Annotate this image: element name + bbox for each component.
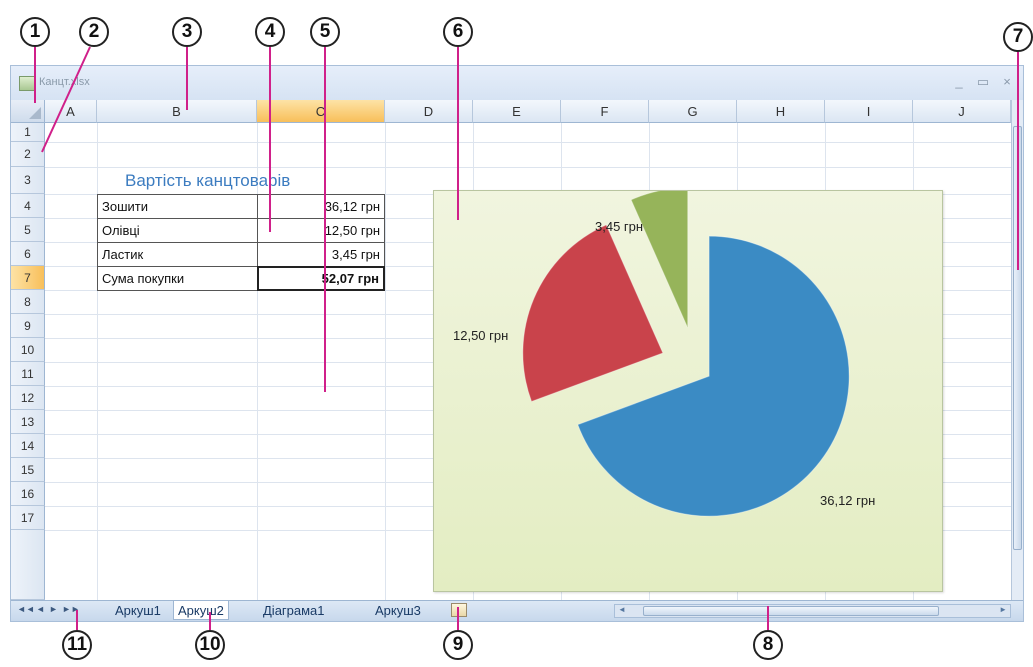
excel-file-icon <box>19 76 35 91</box>
column-header-c[interactable]: C <box>257 100 385 123</box>
callout-7: 7 <box>1003 22 1033 52</box>
row-header-8[interactable]: 8 <box>11 290 45 314</box>
pie-slice-pencils[interactable] <box>522 224 664 403</box>
scroll-left-arrow-icon[interactable]: ◄ <box>618 605 626 614</box>
row-header-4[interactable]: 4 <box>11 194 45 218</box>
row-header-3[interactable]: 3 <box>11 167 45 194</box>
window-title: Канцт.xlsx <box>39 76 90 88</box>
table-title: Вартість канцтоварів <box>125 171 291 190</box>
column-header-j[interactable]: J <box>913 100 1011 123</box>
sheet-tab-bar: ◄◄ ◄ ► ►► Аркуш1 Аркуш2 Діаграма1 Аркуш3… <box>11 600 1023 621</box>
spreadsheet-window: Канцт.xlsx _ ▭ × A B C D E F G H I J 1 2… <box>10 65 1024 622</box>
cell-item-name[interactable]: Зошити <box>97 194 258 219</box>
gridline <box>45 142 1011 143</box>
callout-1: 1 <box>20 17 50 47</box>
sheet-tab-1[interactable]: Аркуш1 <box>111 601 165 620</box>
callout-5: 5 <box>310 17 340 47</box>
column-header-a[interactable]: A <box>45 100 97 123</box>
column-header-g[interactable]: G <box>649 100 737 123</box>
minimize-button[interactable]: _ <box>949 72 969 92</box>
column-header-d[interactable]: D <box>385 100 473 123</box>
cell-item-value[interactable]: 36,12 грн <box>257 194 385 219</box>
cell-total-value-active[interactable]: 52,07 грн <box>257 266 385 291</box>
row-header-15[interactable]: 15 <box>11 458 45 482</box>
row-header-14[interactable]: 14 <box>11 434 45 458</box>
column-header-b[interactable]: B <box>97 100 257 123</box>
row-header-12[interactable]: 12 <box>11 386 45 410</box>
callout-2: 2 <box>79 17 109 47</box>
last-sheet-button[interactable]: ►► <box>62 604 80 614</box>
maximize-button[interactable]: ▭ <box>973 72 993 92</box>
data-label-pencils: 12,50 грн <box>453 328 509 343</box>
vertical-scroll-thumb[interactable] <box>1013 126 1022 550</box>
row-header-2[interactable]: 2 <box>11 142 45 167</box>
pie-chart[interactable]: 36,12 грн 12,50 грн 3,45 грн <box>433 187 943 592</box>
next-sheet-button[interactable]: ► <box>49 604 58 614</box>
cell-item-value[interactable]: 3,45 грн <box>257 242 385 267</box>
data-label-notebooks: 36,12 грн <box>820 493 876 508</box>
scroll-right-arrow-icon[interactable]: ► <box>999 605 1007 614</box>
select-all-triangle-icon <box>29 107 41 119</box>
callout-4: 4 <box>255 17 285 47</box>
title-bar[interactable]: Канцт.xlsx _ ▭ × <box>11 66 1023 100</box>
row-header-5[interactable]: 5 <box>11 218 45 242</box>
callout-6: 6 <box>443 17 473 47</box>
sheet-tab-3[interactable]: Аркуш3 <box>371 601 425 620</box>
row-header-13[interactable]: 13 <box>11 410 45 434</box>
worksheet-grid[interactable]: A B C D E F G H I J 1 2 3 4 5 6 7 8 9 10… <box>11 100 1011 600</box>
callout-3: 3 <box>172 17 202 47</box>
sheet-tab-2-active[interactable]: Аркуш2 <box>173 601 229 620</box>
data-label-eraser: 3,45 грн <box>595 219 644 234</box>
cell-item-name[interactable]: Ластик <box>97 242 258 267</box>
horizontal-scrollbar[interactable]: ◄ ► <box>614 604 1011 618</box>
cell-total-label[interactable]: Сума покупки <box>97 266 258 291</box>
column-header-h[interactable]: H <box>737 100 825 123</box>
callout-8: 8 <box>753 630 783 660</box>
row-header-1[interactable]: 1 <box>11 123 45 142</box>
column-header-e[interactable]: E <box>473 100 561 123</box>
cell-item-value[interactable]: 12,50 грн <box>257 218 385 243</box>
column-header-i[interactable]: I <box>825 100 913 123</box>
row-header-16[interactable]: 16 <box>11 482 45 506</box>
insert-worksheet-icon[interactable] <box>451 603 467 617</box>
row-header-17[interactable]: 17 <box>11 506 45 530</box>
first-sheet-button[interactable]: ◄◄ <box>17 604 35 614</box>
row-header-18[interactable] <box>11 530 45 600</box>
pie-chart-canvas <box>522 187 850 517</box>
row-header-6[interactable]: 6 <box>11 242 45 266</box>
callout-11: 11 <box>62 630 92 660</box>
row-header-11[interactable]: 11 <box>11 362 45 386</box>
callout-10: 10 <box>195 630 225 660</box>
cell-item-name[interactable]: Олівці <box>97 218 258 243</box>
sheet-tab-chart[interactable]: Діаграма1 <box>259 601 329 620</box>
select-all-button[interactable] <box>11 100 45 123</box>
close-button[interactable]: × <box>997 72 1017 92</box>
row-header-7[interactable]: 7 <box>11 266 45 290</box>
column-header-f[interactable]: F <box>561 100 649 123</box>
prev-sheet-button[interactable]: ◄ <box>36 604 45 614</box>
horizontal-scroll-thumb[interactable] <box>643 606 939 616</box>
callout-9: 9 <box>443 630 473 660</box>
gridline <box>45 167 1011 168</box>
row-header-9[interactable]: 9 <box>11 314 45 338</box>
row-header-10[interactable]: 10 <box>11 338 45 362</box>
vertical-scrollbar[interactable] <box>1011 100 1023 600</box>
